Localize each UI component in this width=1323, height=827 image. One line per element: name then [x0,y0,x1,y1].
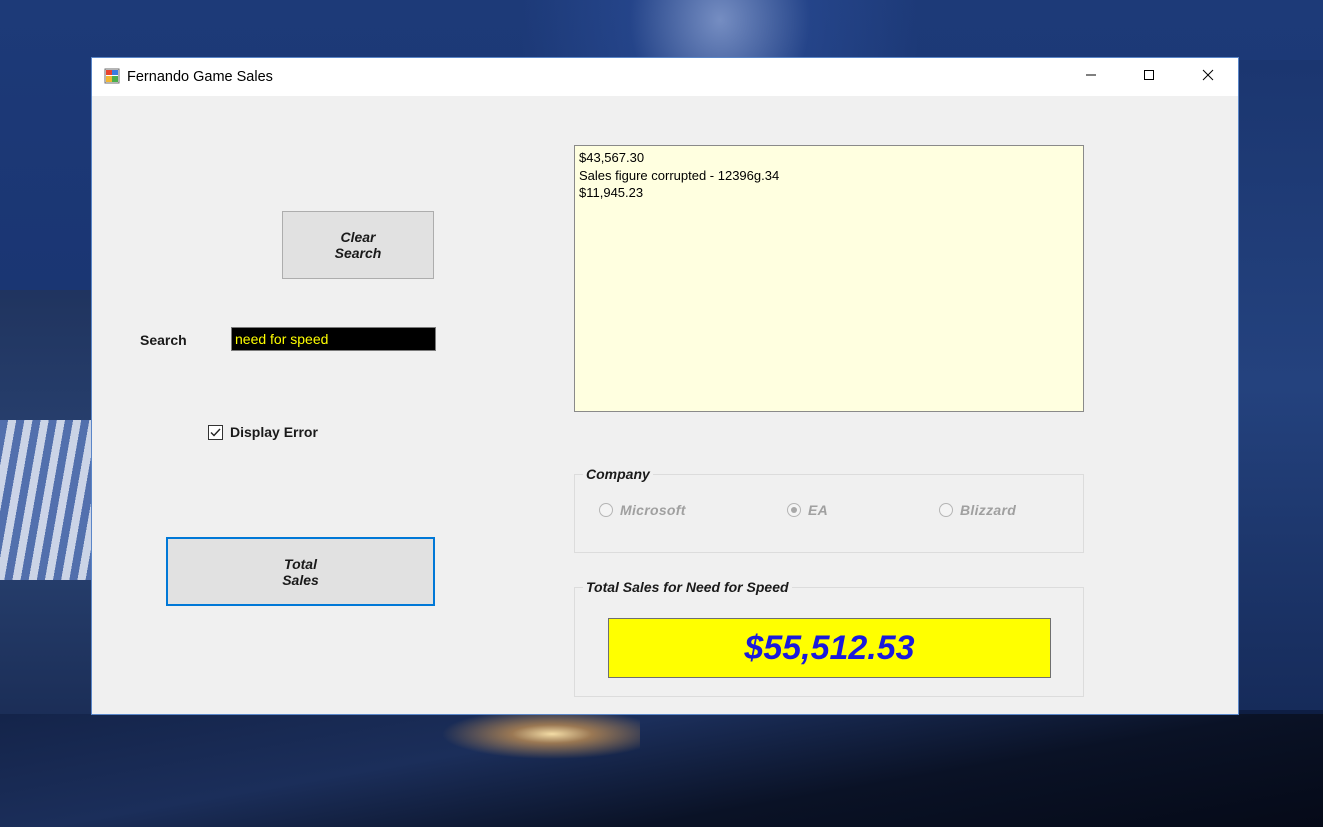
minimize-icon [1085,68,1097,86]
radio-blizzard[interactable]: Blizzard [939,502,1016,518]
radio-unselected-icon[interactable] [939,503,953,517]
radio-blizzard-label: Blizzard [960,502,1017,518]
company-groupbox-title: Company [583,466,653,482]
total-sales-groupbox-title: Total Sales for Need for Speed [583,579,792,595]
winforms-app-icon [104,68,120,84]
app-window: Fernando Game Sales Clear Search Search … [92,58,1238,714]
maximize-icon [1143,68,1155,86]
maximize-button[interactable] [1120,58,1178,96]
display-error-label: Display Error [230,424,318,440]
form-client-area: Clear Search Search Display Error Total … [92,96,1238,714]
company-groupbox: Company Microsoft EA Blizzard [574,466,1084,553]
radio-selected-icon[interactable] [787,503,801,517]
radio-ea[interactable]: EA [787,502,828,518]
wallpaper-awning [0,420,92,580]
display-error-checkbox[interactable]: Display Error [208,424,318,440]
search-label: Search [140,332,187,348]
wallpaper-building-right [1238,60,1323,710]
close-icon [1202,68,1214,86]
radio-ea-label: EA [808,502,829,518]
checkbox-check-icon[interactable] [208,424,223,440]
radio-microsoft-label: Microsoft [620,502,686,518]
list-item[interactable]: $43,567.30 [579,149,1079,167]
wallpaper-fire-trail [420,714,640,764]
list-item[interactable]: $11,945.23 [579,184,1079,202]
search-input[interactable] [231,327,436,351]
results-listbox[interactable]: $43,567.30 Sales figure corrupted - 1239… [574,145,1084,412]
wallpaper-ground [0,714,1323,827]
total-sales-groupbox: Total Sales for Need for Speed $55,512.5… [574,579,1084,697]
total-sales-button[interactable]: Total Sales [166,537,435,606]
title-bar[interactable]: Fernando Game Sales [92,58,1238,96]
radio-microsoft[interactable]: Microsoft [599,502,686,518]
total-sales-value: $55,512.53 [608,618,1051,678]
radio-unselected-icon[interactable] [599,503,613,517]
clear-search-button[interactable]: Clear Search [282,211,434,279]
window-title: Fernando Game Sales [127,69,273,85]
minimize-button[interactable] [1062,58,1120,96]
close-button[interactable] [1179,58,1237,96]
list-item[interactable]: Sales figure corrupted - 12396g.34 [579,167,1079,185]
